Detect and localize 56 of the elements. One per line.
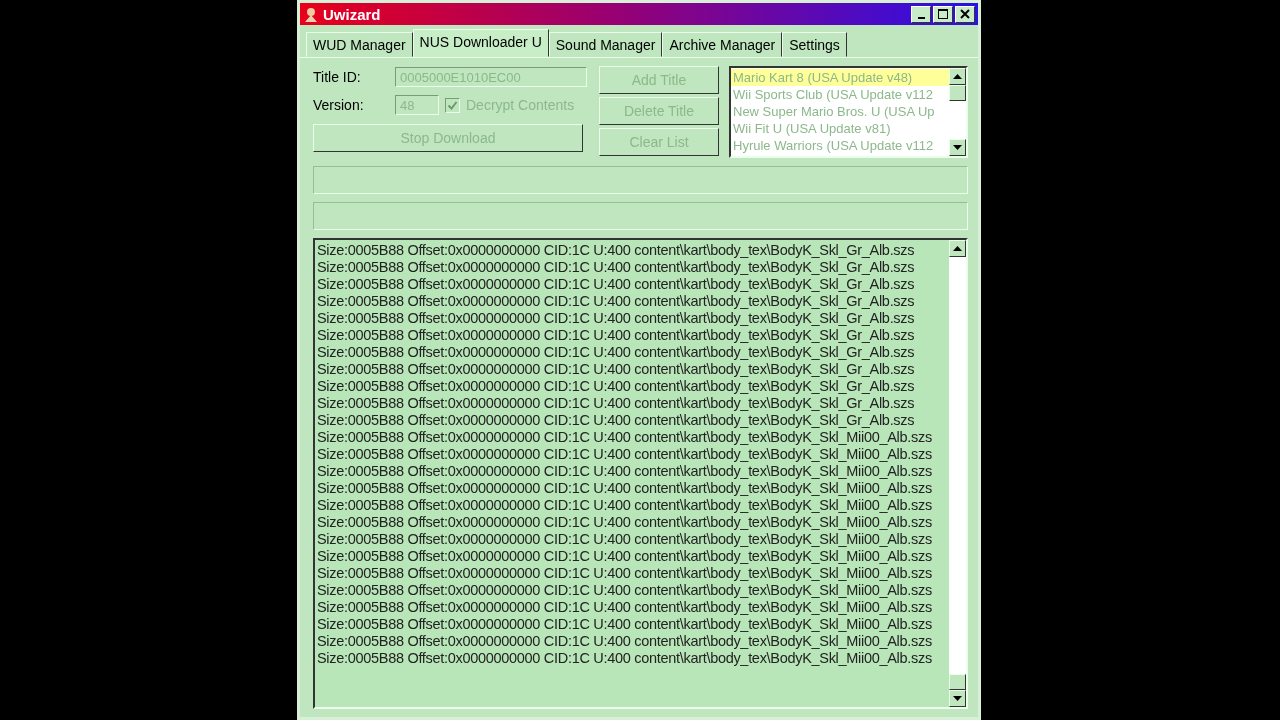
log-line: Size:0005B88 Offset:0x0000000000 CID:1C U:400 content\kart\body_tex\BodyK_Skl_Gr_Alb.szs: [317, 293, 916, 310]
close-icon: [960, 9, 970, 19]
window-title: Uwizard: [323, 5, 381, 23]
title-list-item[interactable]: Wii Fit U (USA Update v81): [731, 120, 949, 137]
title-list-item[interactable]: Mario Kart 8 (USA Update v48): [731, 69, 949, 86]
scroll-up-icon: [953, 246, 962, 251]
log-line: Size:0005B88 Offset:0x0000000000 CID:1C U:400 content\kart\body_tex\BodyK_Skl_Gr_Alb.szs: [317, 378, 916, 395]
log-line: Size:0005B88 Offset:0x0000000000 CID:1C U:400 content\kart\body_tex\BodyK_Skl_Mii00_Alb.szs: [317, 565, 933, 582]
log-line: Size:0005B88 Offset:0x0000000000 CID:1C U:400 content\kart\body_tex\BodyK_Skl_Mii00_Alb.szs: [317, 463, 933, 480]
log-line: Size:0005B88 Offset:0x0000000000 CID:1C U:400 content\kart\body_tex\BodyK_Skl_Gr_Alb.szs: [317, 259, 916, 276]
log-line: Size:0005B88 Offset:0x0000000000 CID:1C U:400 content\kart\body_tex\BodyK_Skl_Gr_Alb.szs: [317, 310, 916, 327]
close-button[interactable]: [955, 5, 975, 23]
log-line: Size:0005B88 Offset:0x0000000000 CID:1C U:400 content\kart\body_tex\BodyK_Skl_Mii00_Alb.szs: [317, 446, 933, 463]
title-list-item[interactable]: New Super Mario Bros. U (USA Up: [731, 103, 949, 120]
log-line: Size:0005B88 Offset:0x0000000000 CID:1C U:400 content\kart\body_tex\BodyK_Skl_Mii00_Alb.szs: [317, 514, 933, 531]
tab[interactable]: NUS Downloader U: [412, 29, 549, 57]
log-line: Size:0005B88 Offset:0x0000000000 CID:1C U:400 content\kart\body_tex\BodyK_Skl_Mii00_Alb.szs: [317, 531, 933, 548]
tab[interactable]: WUD Manager: [306, 32, 413, 57]
log-line: Size:0005B88 Offset:0x0000000000 CID:1C U:400 content\kart\body_tex\BodyK_Skl_Mii00_Alb.szs: [317, 497, 933, 514]
log-line: Size:0005B88 Offset:0x0000000000 CID:1C U:400 content\kart\body_tex\BodyK_Skl_Mii00_Alb.szs: [317, 599, 933, 616]
scroll-thumb[interactable]: [949, 85, 966, 101]
log-line: Size:0005B88 Offset:0x0000000000 CID:1C U:400 content\kart\body_tex\BodyK_Skl_Mii00_Alb.szs: [317, 616, 933, 633]
log-line: Size:0005B88 Offset:0x0000000000 CID:1C U:400 content\kart\body_tex\BodyK_Skl_Gr_Alb.szs: [317, 327, 916, 344]
scroll-up-button[interactable]: [949, 68, 966, 85]
log-line: Size:0005B88 Offset:0x0000000000 CID:1C U:400 content\kart\body_tex\BodyK_Skl_Gr_Alb.szs: [317, 395, 916, 412]
log-line: Size:0005B88 Offset:0x0000000000 CID:1C U:400 content\kart\body_tex\BodyK_Skl_Gr_Alb.szs: [317, 412, 916, 429]
log-line: Size:0005B88 Offset:0x0000000000 CID:1C U:400 content\kart\body_tex\BodyK_Skl_Gr_Alb.szs: [317, 242, 916, 259]
scroll-down-button[interactable]: [949, 139, 966, 156]
log-line: Size:0005B88 Offset:0x0000000000 CID:1C U:400 content\kart\body_tex\BodyK_Skl_Mii00_Alb.szs: [317, 480, 933, 497]
scrollbar[interactable]: [949, 240, 966, 707]
log-line: Size:0005B88 Offset:0x0000000000 CID:1C U:400 content\kart\body_tex\BodyK_Skl_Gr_Alb.szs: [317, 276, 916, 293]
scroll-up-icon: [953, 74, 962, 79]
log-line: Size:0005B88 Offset:0x0000000000 CID:1C U:400 content\kart\body_tex\BodyK_Skl_Mii00_Alb.szs: [317, 548, 933, 565]
title-list-item[interactable]: Hyrule Warriors (USA Update v112: [731, 137, 949, 154]
title-list-item[interactable]: Wii Sports Club (USA Update v112: [731, 86, 949, 103]
log-line: Size:0005B88 Offset:0x0000000000 CID:1C U:400 content\kart\body_tex\BodyK_Skl_Mii00_Alb.szs: [317, 650, 933, 667]
log-line: Size:0005B88 Offset:0x0000000000 CID:1C U:400 content\kart\body_tex\BodyK_Skl_Gr_Alb.szs: [317, 344, 916, 361]
tab[interactable]: Archive Manager: [662, 32, 783, 57]
minimize-button[interactable]: [911, 5, 931, 23]
scroll-up-button[interactable]: [949, 240, 966, 257]
maximize-button[interactable]: [933, 5, 953, 23]
tab[interactable]: Settings: [782, 32, 847, 57]
log-line: Size:0005B88 Offset:0x0000000000 CID:1C U:400 content\kart\body_tex\BodyK_Skl_Mii00_Alb.szs: [317, 633, 933, 650]
log-line: Size:0005B88 Offset:0x0000000000 CID:1C U:400 content\kart\body_tex\BodyK_Skl_Gr_Alb.szs: [317, 361, 916, 378]
scroll-down-icon: [953, 145, 962, 150]
scroll-down-icon: [953, 696, 962, 701]
log-line: Size:0005B88 Offset:0x0000000000 CID:1C U:400 content\kart\body_tex\BodyK_Skl_Mii00_Alb.szs: [317, 429, 933, 446]
maximize-icon: [938, 9, 948, 19]
scroll-thumb[interactable]: [949, 674, 966, 690]
log-line: Size:0005B88 Offset:0x0000000000 CID:1C U:400 content\kart\body_tex\BodyK_Skl_Mii00_Alb.szs: [317, 582, 933, 599]
title-id-label: Title ID:: [313, 69, 362, 85]
scrollbar[interactable]: [949, 68, 966, 156]
scroll-down-button[interactable]: [949, 690, 966, 707]
tab[interactable]: Sound Manager: [548, 32, 663, 57]
version-label: Version:: [313, 97, 365, 113]
minimize-icon: [917, 16, 925, 19]
